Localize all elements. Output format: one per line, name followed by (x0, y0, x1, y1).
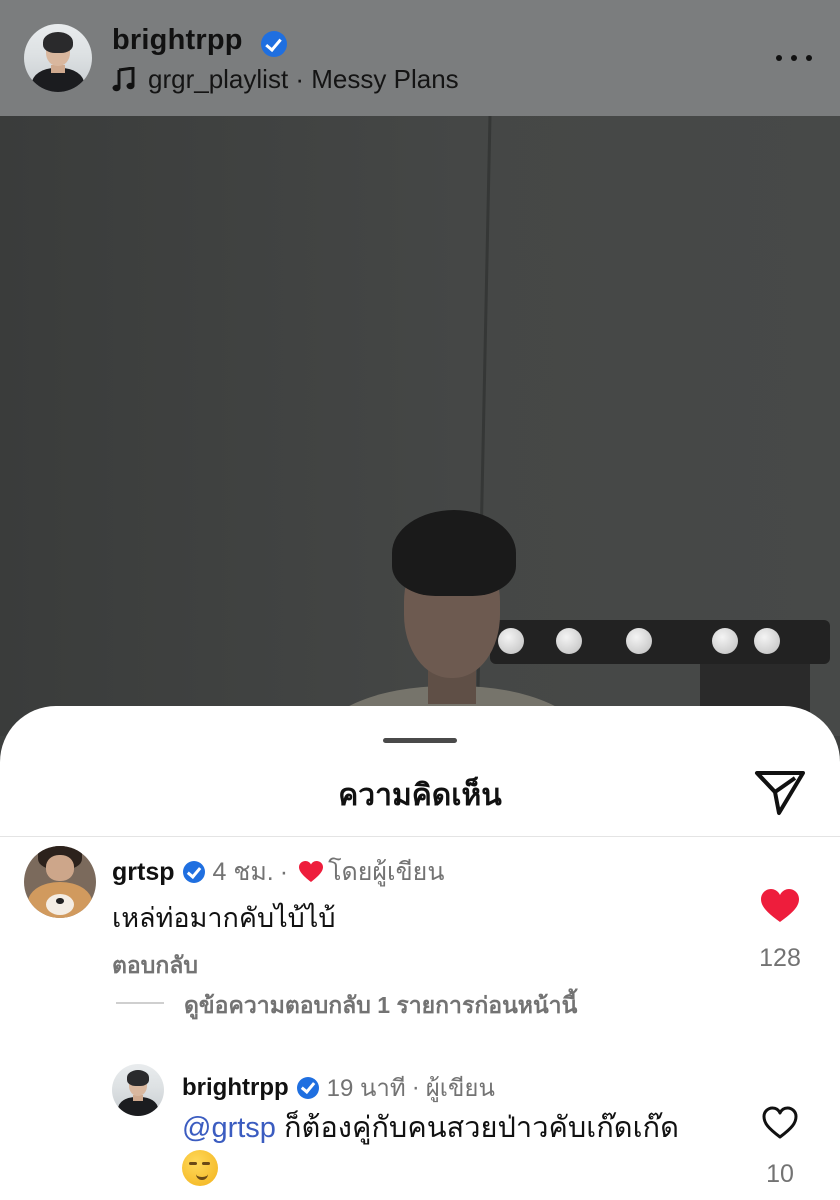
more-options-button[interactable] (772, 44, 816, 72)
author-label: ผู้เขียน (425, 1075, 495, 1102)
meta-separator: · (279, 857, 289, 886)
commenter-avatar[interactable] (24, 846, 96, 918)
person-hair (392, 510, 516, 596)
profile-username[interactable]: brightrpp (112, 24, 243, 57)
light-bulb (626, 628, 652, 654)
heart-filled-icon (299, 861, 324, 882)
like-count: 10 (766, 1160, 794, 1188)
heart-filled-icon[interactable] (760, 888, 800, 924)
light-bulb (556, 628, 582, 654)
comment-username[interactable]: grtsp (112, 858, 175, 887)
light-bulb (754, 628, 780, 654)
commenter-avatar[interactable] (112, 1064, 164, 1116)
paper-plane-icon[interactable] (754, 768, 806, 816)
drag-handle[interactable] (383, 738, 457, 743)
comment-meta: grtsp 4 ชม. · โดยผู้เขียน (112, 852, 444, 892)
comment-time: 4 ชม. (212, 858, 274, 886)
meta-separator: · (411, 1073, 420, 1101)
more-horizontal-icon (776, 55, 782, 61)
light-bulb (712, 628, 738, 654)
music-track-label[interactable]: grgr_playlist · Messy Plans (148, 64, 459, 95)
verified-badge-icon (261, 31, 287, 57)
profile-avatar[interactable] (24, 24, 92, 92)
comment-body: ก็ต้องคู่กับคนสวยป่าวคับเก๊ดเก๊ด (283, 1112, 679, 1144)
replies-line (116, 1002, 164, 1004)
comment-username[interactable]: brightrpp (182, 1074, 289, 1102)
music-note-icon (112, 67, 135, 92)
story-header: brightrpp grgr_playlist · Messy Plans (0, 0, 840, 116)
liked-by-author-label: โดยผู้เขียน (328, 858, 445, 886)
smirking-face-emoji (182, 1150, 218, 1186)
comments-title: ความคิดเห็น (338, 779, 502, 812)
divider (0, 836, 840, 837)
comment-meta: brightrpp 19 นาที · ผู้เขียน (182, 1068, 495, 1107)
mention-link[interactable]: @grtsp (182, 1112, 276, 1144)
story-photo[interactable] (0, 116, 840, 736)
comment-time: 19 นาที (326, 1075, 406, 1102)
comments-sheet: ความคิดเห็น grtsp 4 ชม. · โดยผู้เขียน เห… (0, 706, 840, 1200)
comment-text: @grtsp ก็ต้องคู่กับคนสวยป่าวคับเก๊ดเก๊ด (182, 1110, 722, 1186)
comment-text: เหล่ท่อมากคับไบ้ไบ้ (112, 903, 336, 933)
light-bulb (498, 628, 524, 654)
reply-button[interactable]: ตอบกลับ (112, 948, 198, 984)
verified-badge-icon (182, 861, 205, 883)
view-previous-replies-button[interactable]: ดูข้อความตอบกลับ 1 รายการก่อนหน้านี้ (184, 988, 577, 1024)
like-count: 128 (759, 944, 801, 972)
verified-badge-icon (296, 1076, 319, 1099)
heart-outline-icon[interactable] (762, 1106, 798, 1140)
